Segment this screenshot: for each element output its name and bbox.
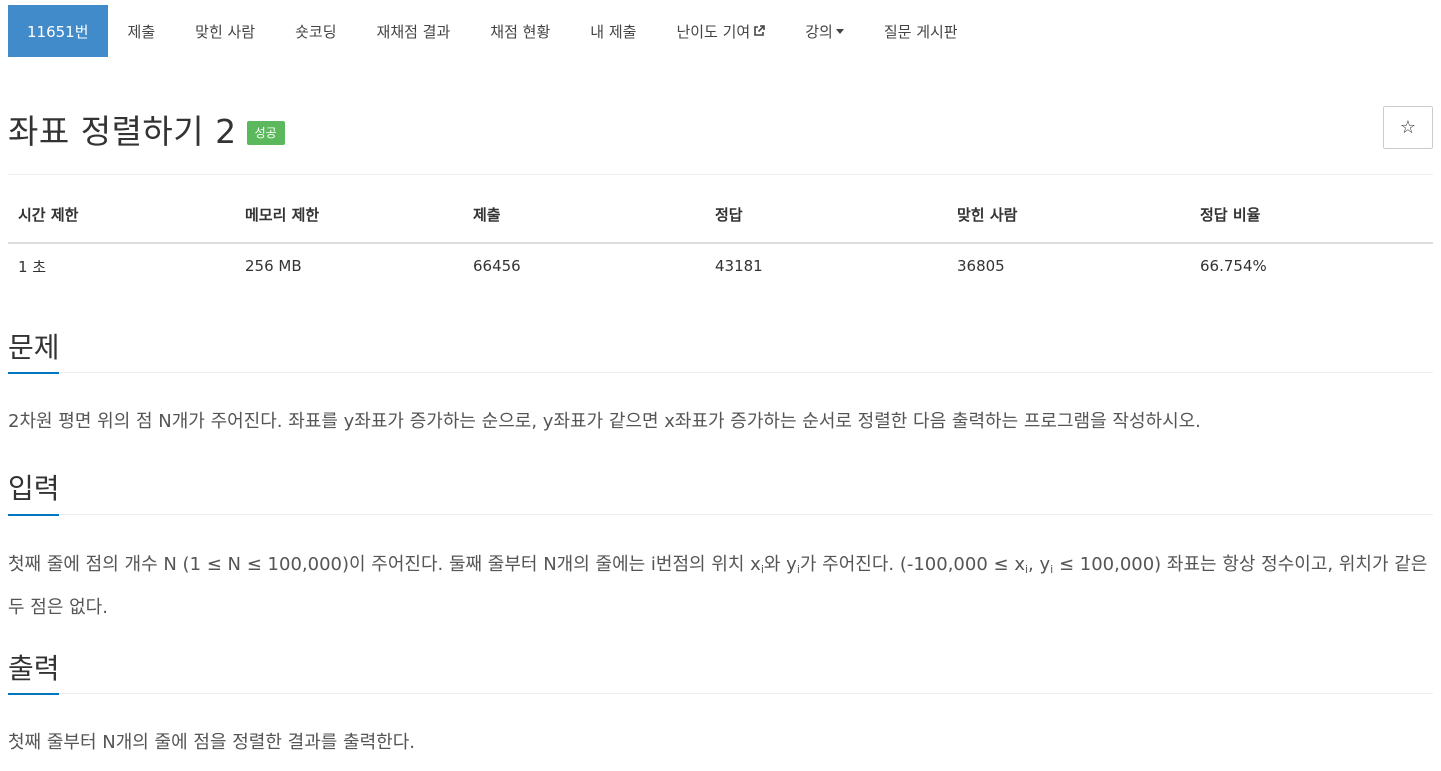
input-section-heading: 입력 bbox=[8, 472, 60, 505]
nav-short-coding-label: 숏코딩 bbox=[295, 22, 337, 41]
stats-solvers: 36805 bbox=[957, 257, 1005, 275]
stats-accept-ratio: 66.754% bbox=[1200, 257, 1267, 275]
nav-lectures-dropdown[interactable]: 강의 bbox=[785, 5, 864, 57]
problem-nav: 11651번 제출 맞힌 사람 숏코딩 재채점 결과 채점 현황 내 제출 난이… bbox=[8, 5, 978, 57]
output-description: 첫째 줄부터 N개의 줄에 점을 정렬한 결과를 출력한다. bbox=[8, 732, 415, 753]
nav-difficulty-label: 난이도 기여 bbox=[676, 22, 751, 41]
favorite-star-button[interactable]: ☆ bbox=[1383, 106, 1433, 149]
nav-problem-id-label: 11651번 bbox=[27, 22, 89, 41]
output-section-accent bbox=[8, 693, 59, 695]
input-section-divider bbox=[8, 514, 1433, 515]
stats-header-time-limit: 시간 제한 bbox=[8, 198, 235, 244]
nav-status-label: 채점 현황 bbox=[490, 22, 551, 41]
stats-header-row: 시간 제한 메모리 제한 제출 정답 맞힌 사람 정답 비율 bbox=[8, 198, 1433, 244]
nav-difficulty-contribution[interactable]: 난이도 기여 bbox=[656, 5, 785, 57]
problem-section-accent bbox=[8, 372, 59, 374]
problem-section-heading: 문제 bbox=[8, 331, 60, 364]
result-badge: 성공 bbox=[246, 121, 285, 145]
input-text-2: 와 y bbox=[763, 554, 797, 575]
problem-section-divider bbox=[8, 372, 1433, 373]
stats-header-submissions: 제출 bbox=[463, 198, 705, 244]
input-text-1: 첫째 줄에 점의 개수 N (1 ≤ N ≤ 100,000)이 주어진다. 둘… bbox=[8, 554, 761, 575]
problem-description: 2차원 평면 위의 점 N개가 주어진다. 좌표를 y좌표가 증가하는 순으로,… bbox=[8, 411, 1201, 432]
nav-lectures-label: 강의 bbox=[805, 22, 833, 41]
caret-down-icon bbox=[835, 28, 844, 34]
nav-my-submissions-label: 내 제출 bbox=[590, 22, 637, 41]
external-link-icon bbox=[754, 25, 766, 36]
stats-header-memory-limit: 메모리 제한 bbox=[235, 198, 463, 244]
nav-qna-board-label: 질문 게시판 bbox=[883, 22, 958, 41]
nav-problem-id[interactable]: 11651번 bbox=[8, 5, 108, 57]
nav-short-coding[interactable]: 숏코딩 bbox=[275, 5, 356, 57]
input-text-3: 가 주어진다. (-100,000 ≤ x bbox=[799, 554, 1025, 575]
nav-submit-label: 제출 bbox=[127, 22, 156, 41]
input-description: 첫째 줄에 점의 개수 N (1 ≤ N ≤ 100,000)이 주어진다. 둘… bbox=[8, 546, 1438, 627]
problem-stats-table: 시간 제한 메모리 제한 제출 정답 맞힌 사람 정답 비율 1 초 256 M… bbox=[8, 198, 1433, 288]
stats-time-limit: 1 초 bbox=[18, 257, 47, 276]
nav-rejudge-results[interactable]: 재채점 결과 bbox=[357, 5, 471, 57]
nav-my-submissions[interactable]: 내 제출 bbox=[570, 5, 656, 57]
stats-accepted: 43181 bbox=[715, 257, 763, 275]
nav-rejudge-results-label: 재채점 결과 bbox=[376, 22, 451, 41]
input-section-accent bbox=[8, 514, 59, 516]
stats-value-row: 1 초 256 MB 66456 43181 36805 66.754% bbox=[8, 243, 1433, 288]
output-section-heading: 출력 bbox=[8, 652, 60, 685]
nav-submit[interactable]: 제출 bbox=[108, 5, 176, 57]
stats-header-solvers: 맞힌 사람 bbox=[947, 198, 1190, 244]
input-text-4: , y bbox=[1028, 554, 1051, 575]
output-section-divider bbox=[8, 693, 1433, 694]
title-divider bbox=[8, 174, 1433, 175]
nav-solvers[interactable]: 맞힌 사람 bbox=[175, 5, 275, 57]
problem-title: 좌표 정렬하기 2 bbox=[8, 112, 237, 151]
stats-header-accept-ratio: 정답 비율 bbox=[1190, 198, 1433, 244]
stats-submissions: 66456 bbox=[473, 257, 521, 275]
problem-header: 좌표 정렬하기 2 성공 bbox=[8, 105, 285, 153]
nav-qna-board[interactable]: 질문 게시판 bbox=[864, 5, 978, 57]
star-icon: ☆ bbox=[1399, 117, 1417, 138]
stats-header-accepted: 정답 bbox=[705, 198, 947, 244]
nav-solvers-label: 맞힌 사람 bbox=[195, 22, 256, 41]
stats-memory-limit: 256 MB bbox=[245, 257, 302, 275]
nav-status[interactable]: 채점 현황 bbox=[470, 5, 570, 57]
